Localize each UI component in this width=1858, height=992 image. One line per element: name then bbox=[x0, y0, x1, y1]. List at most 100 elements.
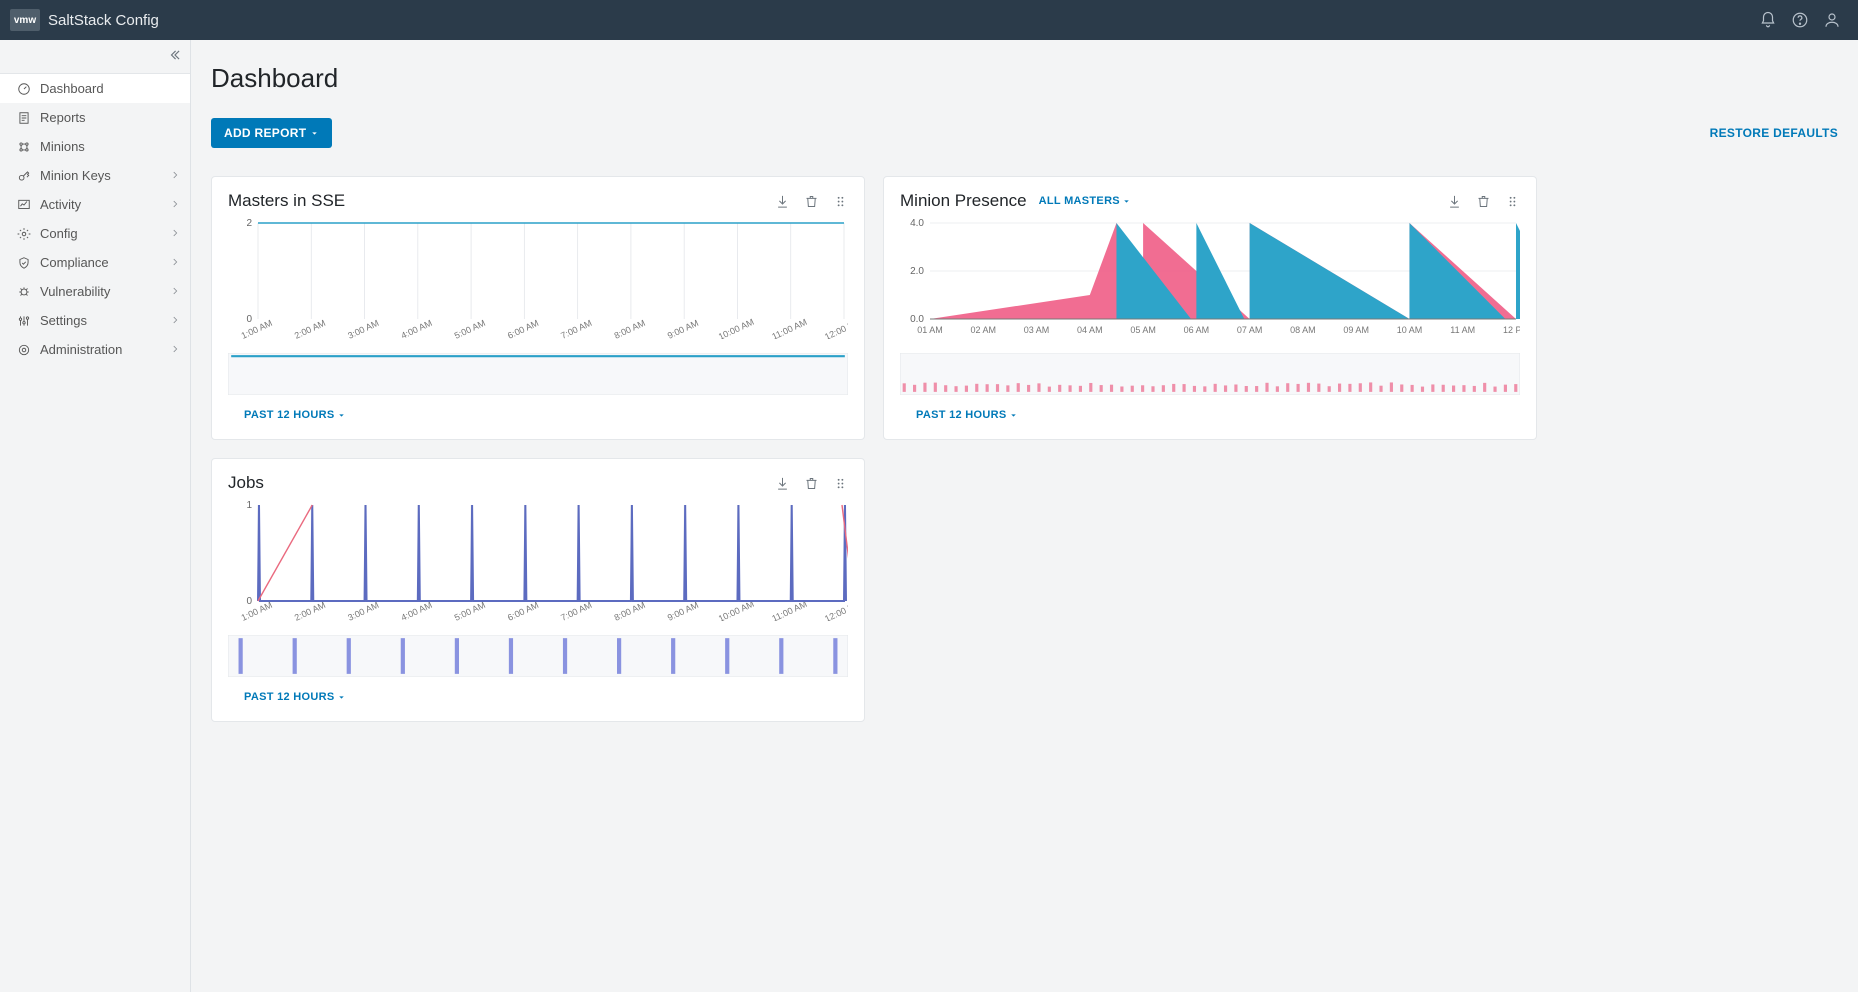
sidebar-item-label: Settings bbox=[40, 313, 87, 328]
restore-defaults-link[interactable]: RESTORE DEFAULTS bbox=[1710, 126, 1838, 140]
dashboard-icon bbox=[16, 81, 32, 97]
svg-text:0: 0 bbox=[246, 596, 252, 607]
chart-masters: 1:00 AM2:00 AM3:00 AM4:00 AM5:00 AM6:00 … bbox=[228, 219, 848, 339]
sidebar-item-label: Config bbox=[40, 226, 78, 241]
svg-text:10:00 AM: 10:00 AM bbox=[717, 317, 756, 339]
svg-text:11:00 AM: 11:00 AM bbox=[770, 317, 808, 339]
svg-text:6:00 AM: 6:00 AM bbox=[506, 318, 540, 339]
svg-text:06 AM: 06 AM bbox=[1184, 325, 1210, 335]
chart-icon bbox=[16, 197, 32, 213]
sidebar-item-label: Minion Keys bbox=[40, 168, 111, 183]
sidebar-item-label: Dashboard bbox=[40, 81, 104, 96]
chart-minion-presence: 0.02.04.001 AM02 AM03 AM04 AM05 AM06 AM0… bbox=[900, 219, 1520, 339]
svg-text:9:00 AM: 9:00 AM bbox=[666, 318, 700, 339]
svg-text:10:00 AM: 10:00 AM bbox=[717, 599, 756, 621]
drag-handle-icon[interactable] bbox=[1505, 194, 1520, 209]
card-jobs: Jobs 1:00 AM 2:00 AM 3:00 AM 4:00 AM 5:00 AM… bbox=[211, 458, 865, 722]
sidebar-item-administration[interactable]: Administration bbox=[0, 335, 190, 364]
svg-text:12:00 PM: 12:00 PM bbox=[823, 317, 848, 339]
chevron-right-icon bbox=[170, 226, 180, 241]
svg-text:5:00 AM: 5:00 AM bbox=[453, 318, 487, 339]
svg-text:2:00 AM: 2:00 AM bbox=[293, 318, 327, 339]
mini-chart-jobs[interactable] bbox=[228, 635, 848, 677]
brand-badge: vmw bbox=[10, 9, 40, 31]
key-icon bbox=[16, 168, 32, 184]
sidebar-item-minion-keys[interactable]: Minion Keys bbox=[0, 161, 190, 190]
collapse-sidebar-icon[interactable] bbox=[168, 48, 182, 65]
time-range-dropdown[interactable]: PAST 12 HOURS bbox=[900, 409, 1520, 421]
trash-icon[interactable] bbox=[804, 194, 819, 209]
trash-icon[interactable] bbox=[1476, 194, 1491, 209]
card-title-presence: Minion Presence bbox=[900, 191, 1027, 211]
notifications-icon[interactable] bbox=[1752, 4, 1784, 36]
top-bar: vmw SaltStack Config bbox=[0, 0, 1858, 40]
sliders-icon bbox=[16, 313, 32, 329]
svg-text:4:00 AM: 4:00 AM bbox=[399, 600, 433, 621]
sidebar-item-label: Vulnerability bbox=[40, 284, 110, 299]
chevron-right-icon bbox=[170, 255, 180, 270]
svg-text:03 AM: 03 AM bbox=[1024, 325, 1050, 335]
bug-icon bbox=[16, 284, 32, 300]
svg-text:11:00 AM: 11:00 AM bbox=[770, 599, 808, 621]
gear-icon bbox=[16, 226, 32, 242]
chevron-right-icon bbox=[170, 284, 180, 299]
shield-icon bbox=[16, 255, 32, 271]
download-icon[interactable] bbox=[775, 194, 790, 209]
sidebar-item-reports[interactable]: Reports bbox=[0, 103, 190, 132]
svg-text:01 AM: 01 AM bbox=[917, 325, 943, 335]
svg-text:7:00 AM: 7:00 AM bbox=[559, 600, 593, 621]
product-name: SaltStack Config bbox=[48, 12, 159, 29]
sidebar-item-config[interactable]: Config bbox=[0, 219, 190, 248]
svg-text:09 AM: 09 AM bbox=[1343, 325, 1369, 335]
svg-text:2.0: 2.0 bbox=[910, 266, 924, 277]
sidebar-item-dashboard[interactable]: Dashboard bbox=[0, 74, 190, 103]
admin-icon bbox=[16, 342, 32, 358]
svg-text:0.0: 0.0 bbox=[910, 314, 924, 325]
download-icon[interactable] bbox=[1447, 194, 1462, 209]
add-report-button[interactable]: ADD REPORT bbox=[211, 118, 332, 148]
svg-text:2: 2 bbox=[246, 219, 252, 229]
chevron-right-icon bbox=[170, 197, 180, 212]
time-range-dropdown[interactable]: PAST 12 HOURS bbox=[228, 409, 848, 421]
svg-text:7:00 AM: 7:00 AM bbox=[559, 318, 593, 339]
svg-text:3:00 AM: 3:00 AM bbox=[346, 318, 380, 339]
trash-icon[interactable] bbox=[804, 476, 819, 491]
card-title-jobs: Jobs bbox=[228, 473, 264, 493]
sidebar-item-settings[interactable]: Settings bbox=[0, 306, 190, 335]
svg-text:2:00 AM: 2:00 AM bbox=[293, 600, 327, 621]
chevron-right-icon bbox=[170, 168, 180, 183]
download-icon[interactable] bbox=[775, 476, 790, 491]
card-masters: Masters in SSE 1:00 AM2:00 AM3:00 AM4:00… bbox=[211, 176, 865, 440]
sidebar-item-label: Compliance bbox=[40, 255, 109, 270]
drag-handle-icon[interactable] bbox=[833, 476, 848, 491]
svg-text:11 AM: 11 AM bbox=[1450, 325, 1475, 335]
sidebar-item-vulnerability[interactable]: Vulnerability bbox=[0, 277, 190, 306]
drag-handle-icon[interactable] bbox=[833, 194, 848, 209]
master-filter-dropdown[interactable]: ALL MASTERS bbox=[1039, 195, 1131, 207]
svg-text:12 PM: 12 PM bbox=[1503, 325, 1520, 335]
svg-text:6:00 AM: 6:00 AM bbox=[506, 600, 540, 621]
help-icon[interactable] bbox=[1784, 4, 1816, 36]
side-nav: Dashboard Reports Minions Minion Keys Ac… bbox=[0, 40, 191, 992]
svg-text:1:00 AM: 1:00 AM bbox=[240, 600, 274, 621]
chart-jobs: 1:00 AM 2:00 AM 3:00 AM 4:00 AM 5:00 AM 6:00 … bbox=[228, 501, 848, 621]
svg-text:07 AM: 07 AM bbox=[1237, 325, 1263, 335]
sidebar-item-minions[interactable]: Minions bbox=[0, 132, 190, 161]
svg-text:5:00 AM: 5:00 AM bbox=[453, 600, 487, 621]
sidebar-item-label: Minions bbox=[40, 139, 85, 154]
svg-text:02 AM: 02 AM bbox=[971, 325, 997, 335]
sidebar-item-label: Administration bbox=[40, 342, 122, 357]
mini-chart-masters[interactable] bbox=[228, 353, 848, 395]
svg-text:9:00 AM: 9:00 AM bbox=[666, 600, 700, 621]
sidebar-item-compliance[interactable]: Compliance bbox=[0, 248, 190, 277]
chevron-right-icon bbox=[170, 313, 180, 328]
sidebar-item-activity[interactable]: Activity bbox=[0, 190, 190, 219]
mini-chart-minion-presence[interactable] bbox=[900, 353, 1520, 395]
svg-text:4.0: 4.0 bbox=[910, 219, 924, 229]
svg-text:8:00 AM: 8:00 AM bbox=[613, 318, 647, 339]
report-icon bbox=[16, 110, 32, 126]
time-range-dropdown[interactable]: PAST 12 HOURS bbox=[228, 691, 848, 703]
user-icon[interactable] bbox=[1816, 4, 1848, 36]
svg-text:3:00 AM: 3:00 AM bbox=[346, 600, 380, 621]
svg-text:08 AM: 08 AM bbox=[1290, 325, 1316, 335]
